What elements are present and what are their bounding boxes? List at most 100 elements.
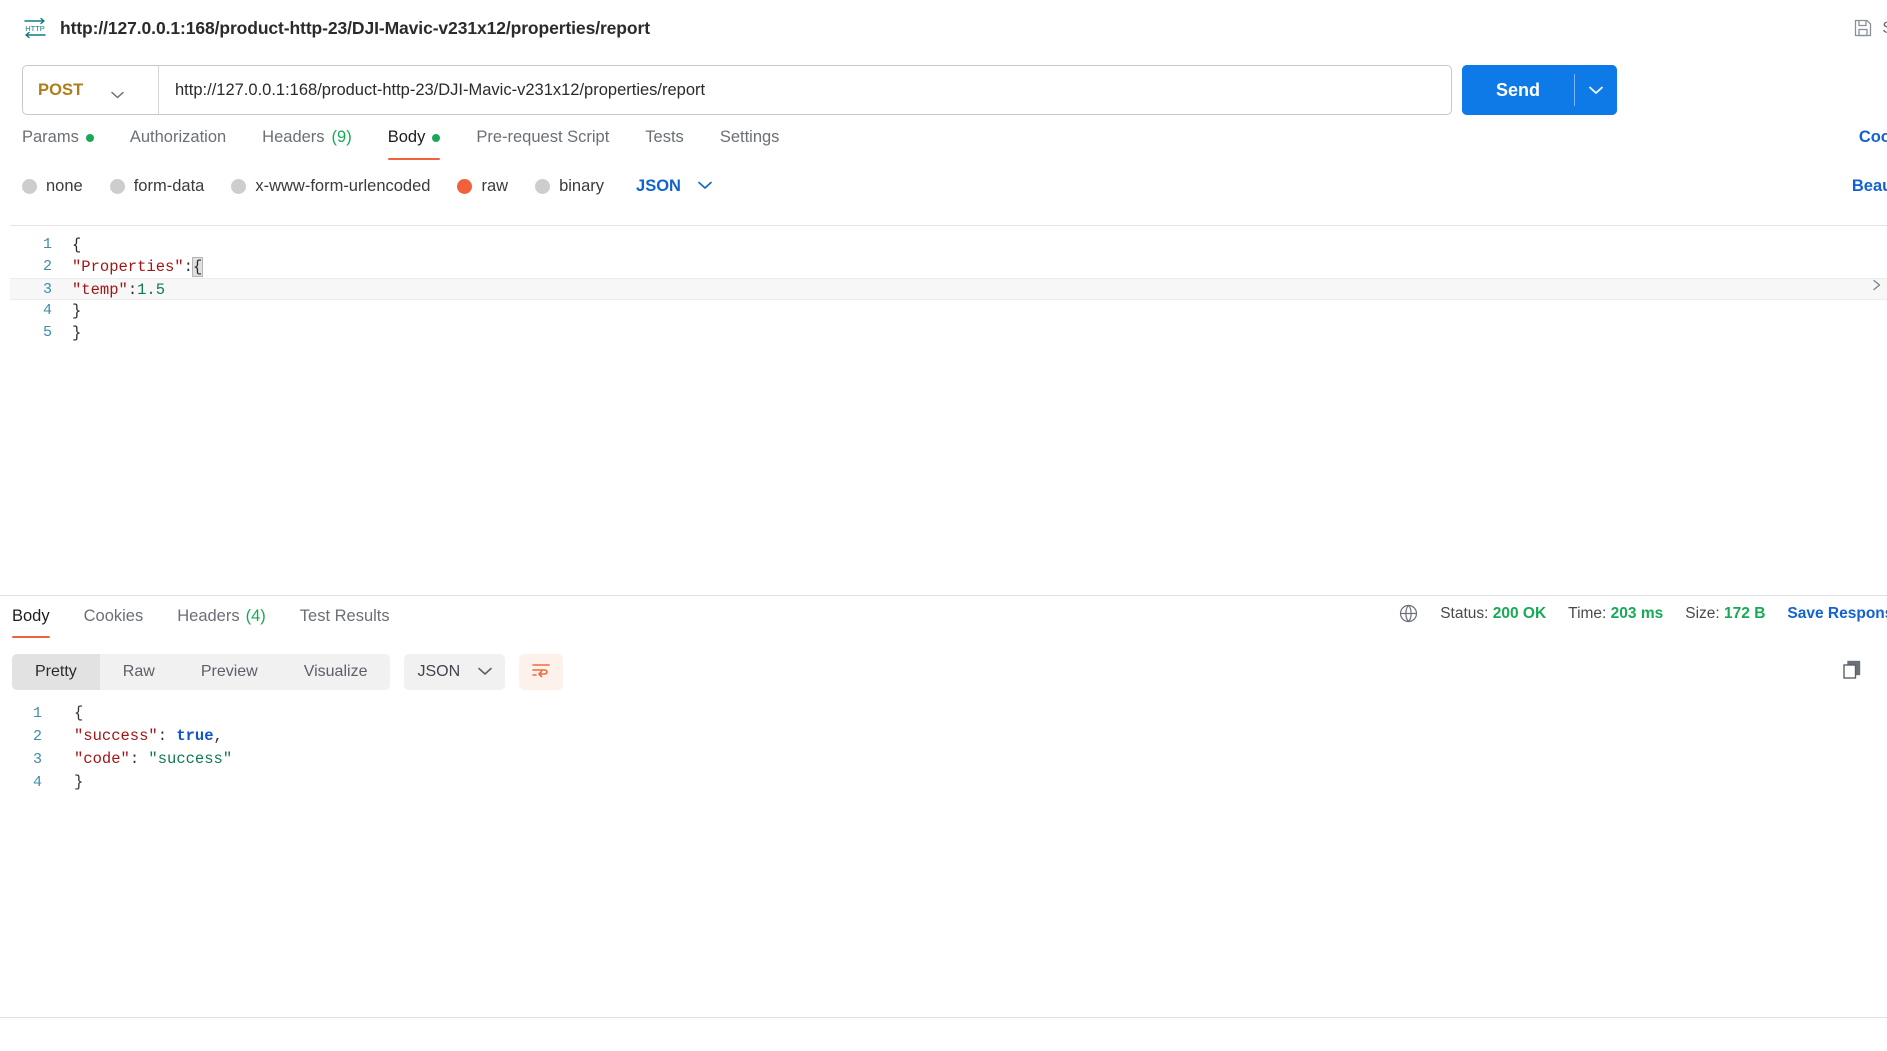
response-view-preview[interactable]: Preview — [178, 654, 281, 690]
url-bar: POST — [22, 65, 1452, 115]
tab-params[interactable]: Params — [22, 124, 94, 160]
response-body-viewer[interactable]: 1 { 2 "success": true, 3 "code": "succes… — [0, 698, 1887, 1017]
response-line: 2 "success": true, — [0, 725, 1887, 748]
body-type-form-data[interactable]: form-data — [109, 177, 204, 196]
request-title-bar: HTTP http://127.0.0.1:168/product-http-2… — [0, 0, 1887, 56]
body-type-row: none form-data x-www-form-urlencoded raw… — [0, 166, 1887, 206]
tab-authorization-label: Authorization — [129, 128, 227, 146]
method-selector[interactable]: POST — [23, 66, 159, 114]
size-value: 172 B — [1724, 604, 1766, 622]
line-number: 4 — [42, 302, 52, 319]
body-type-urlencoded[interactable]: x-www-form-urlencoded — [231, 177, 430, 196]
request-code-area[interactable]: 1 { 2 "Properties":{ 3 "temp":1.5 4 } 5 … — [10, 226, 1887, 344]
send-group: Send — [1462, 65, 1618, 115]
tab-body[interactable]: Body — [387, 124, 441, 160]
globe-icon[interactable] — [1399, 604, 1418, 623]
tab-authorization[interactable]: Authorization — [130, 124, 226, 160]
code-line-text: "Properties":{ — [72, 257, 204, 277]
response-tab-body[interactable]: Body — [12, 596, 50, 638]
line-number: 2 — [42, 258, 52, 275]
chevron-down-icon — [478, 663, 492, 681]
response-line: 1 { — [0, 702, 1887, 725]
radio-icon — [22, 178, 37, 194]
radio-icon — [231, 178, 247, 194]
beautify-button[interactable]: Beautify — [1852, 177, 1887, 196]
body-format-selector[interactable]: JSON — [636, 177, 712, 196]
page-title: http://127.0.0.1:168/product-http-23/DJI… — [60, 17, 650, 38]
response-tab-headers[interactable]: Headers (4) — [177, 596, 266, 638]
tab-tests[interactable]: Tests — [645, 124, 684, 160]
line-number: 3 — [42, 281, 52, 298]
body-type-binary[interactable]: binary — [535, 177, 604, 196]
time-value: 203 ms — [1610, 604, 1664, 622]
body-type-raw[interactable]: raw — [457, 177, 508, 196]
size-label: Size: — [1685, 604, 1720, 622]
tab-settings-label: Settings — [719, 128, 780, 146]
response-line: 4 } — [0, 771, 1887, 794]
floppy-disk-icon — [1853, 18, 1873, 38]
status-bar — [0, 1017, 1887, 1051]
response-tab-cookies[interactable]: Cookies — [84, 596, 144, 638]
response-view-pretty[interactable]: Pretty — [12, 654, 100, 690]
response-tab-headers-count: (4) — [245, 607, 266, 625]
radio-icon — [535, 178, 551, 194]
code-line[interactable]: 4 } — [10, 300, 1887, 322]
response-tab-bar: Body Cookies Headers (4) Test Results St… — [0, 596, 1887, 642]
radio-selected-icon — [457, 178, 473, 194]
code-line[interactable]: 2 "Properties":{ — [10, 256, 1887, 278]
send-button[interactable]: Send — [1462, 65, 1575, 115]
send-options-button[interactable] — [1575, 65, 1618, 115]
tab-headers-count: (9) — [331, 128, 352, 146]
line-number: 1 — [32, 705, 42, 722]
editor-scroll-chevron-icon[interactable] — [1871, 278, 1883, 291]
response-tab-headers-label: Headers — [177, 607, 240, 625]
response-line-text: { — [74, 704, 84, 722]
body-type-none[interactable]: none — [22, 177, 83, 196]
response-line-text: "code": "success" — [74, 750, 233, 768]
response-view-visualize[interactable]: Visualize — [281, 654, 391, 690]
line-number: 5 — [42, 324, 52, 341]
modified-dot-icon — [85, 133, 94, 142]
tab-headers[interactable]: Headers (9) — [262, 124, 352, 160]
svg-text:HTTP: HTTP — [25, 24, 45, 33]
request-body-editor[interactable]: 1 { 2 "Properties":{ 3 "temp":1.5 4 } 5 … — [10, 225, 1887, 595]
chevron-down-icon — [698, 177, 712, 195]
response-view-switch: Pretty Raw Preview Visualize — [12, 654, 391, 690]
time-meta: Time: 203 ms — [1568, 605, 1663, 623]
tab-pre-request-script[interactable]: Pre-request Script — [476, 124, 609, 160]
response-tab-test-results-label: Test Results — [299, 607, 390, 625]
response-meta: Status: 200 OK Time: 203 ms Size: 172 B … — [1399, 604, 1887, 623]
status-meta: Status: 200 OK — [1440, 605, 1546, 623]
response-line-text: } — [74, 773, 84, 791]
response-tab-cookies-label: Cookies — [83, 607, 144, 625]
chevron-down-icon — [111, 86, 125, 99]
cookies-link[interactable]: Cookies — [1859, 128, 1887, 147]
method-label: POST — [38, 80, 84, 99]
response-format-selector[interactable]: JSON — [404, 654, 506, 690]
save-button[interactable]: Save — [1853, 18, 1887, 38]
url-input[interactable] — [159, 66, 1451, 114]
response-toolbar-actions — [1841, 659, 1887, 686]
code-line[interactable]: 1 { — [10, 234, 1887, 256]
code-line[interactable]: 5 } — [10, 322, 1887, 344]
save-response-button[interactable]: Save Response — [1787, 605, 1887, 623]
response-view-raw[interactable]: Raw — [100, 654, 178, 690]
tab-settings[interactable]: Settings — [720, 124, 780, 160]
response-line: 3 "code": "success" — [0, 748, 1887, 771]
wrap-lines-button[interactable] — [519, 654, 564, 690]
code-line-active[interactable]: 3 "temp":1.5 — [10, 278, 1887, 300]
copy-icon[interactable] — [1841, 659, 1863, 686]
tab-tests-label: Tests — [645, 128, 684, 146]
time-label: Time: — [1568, 604, 1607, 622]
code-line-text: } — [72, 302, 82, 320]
response-code-area: 1 { 2 "success": true, 3 "code": "succes… — [0, 698, 1887, 794]
titlebar-actions: Save — [1853, 0, 1887, 56]
line-number: 3 — [32, 751, 42, 768]
modified-dot-icon — [432, 133, 441, 142]
tab-pre-request-script-label: Pre-request Script — [476, 128, 610, 146]
code-line-text: } — [72, 324, 82, 342]
body-format-label: JSON — [636, 176, 681, 195]
url-row: POST Send — [0, 56, 1887, 124]
response-tab-test-results[interactable]: Test Results — [300, 596, 390, 638]
status-label: Status: — [1440, 604, 1489, 622]
